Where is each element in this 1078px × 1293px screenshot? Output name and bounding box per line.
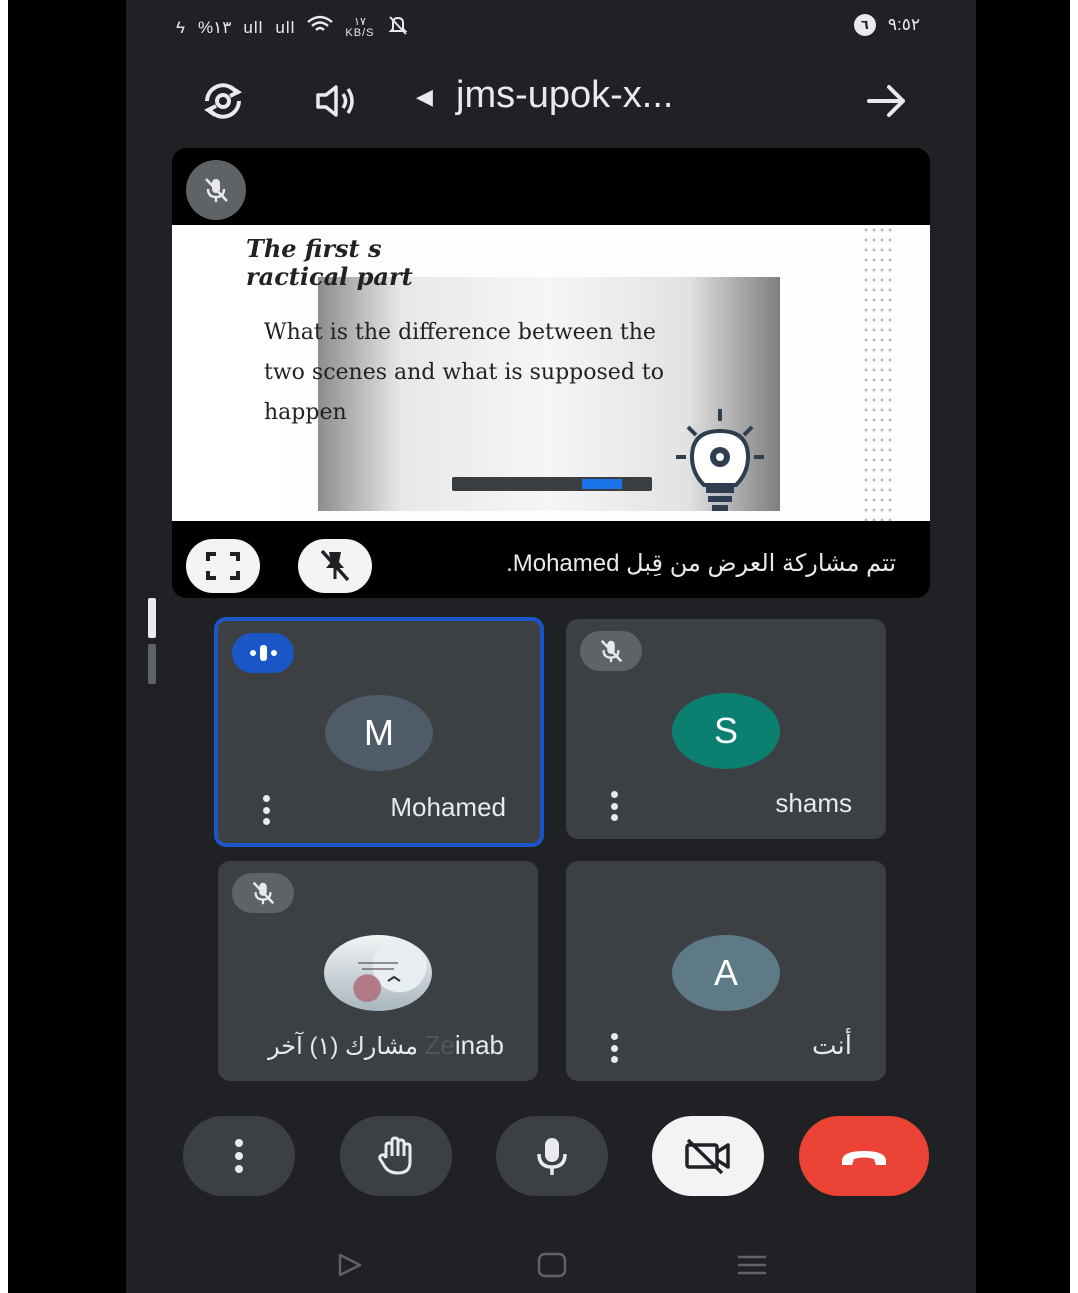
participant-tile-shams[interactable]: S shams — [566, 619, 886, 839]
unpin-button[interactable] — [298, 539, 372, 593]
system-nav-bar — [126, 1236, 976, 1292]
presenter-muted-icon — [186, 160, 246, 220]
back-nav-icon[interactable] — [330, 1248, 370, 1282]
presenter-notice: تتم مشاركة العرض من قِبل Mohamed. — [506, 550, 896, 577]
avatar: M — [325, 695, 433, 771]
speaking-indicator-icon — [232, 633, 294, 673]
clock: ٩:٥٢ — [887, 15, 920, 34]
fullscreen-button[interactable] — [186, 539, 260, 593]
status-left: ϟ %١٣ ull ull ١٧ KB/S — [176, 14, 409, 41]
mic-off-icon — [232, 873, 294, 913]
charging-icon: ϟ — [176, 17, 186, 37]
call-controls — [126, 1116, 976, 1200]
signal-icon-2: ull — [275, 17, 296, 37]
speaker-icon[interactable] — [310, 76, 360, 126]
raise-hand-button[interactable] — [340, 1116, 452, 1196]
slide-heading: The first s ractical part — [246, 234, 413, 291]
switch-camera-icon[interactable] — [198, 76, 248, 126]
more-vert-icon — [235, 1139, 243, 1173]
signal-icon: ull — [243, 17, 264, 37]
bell-muted-icon — [387, 14, 409, 41]
more-options-button[interactable] — [183, 1116, 295, 1196]
lightbulb-gear-icon — [676, 409, 764, 511]
tile-more-icon[interactable] — [258, 795, 274, 825]
battery-percent: %١٣ — [198, 17, 232, 37]
videocam-off-icon — [685, 1138, 730, 1175]
mic-icon — [537, 1138, 567, 1175]
call-end-icon — [842, 1151, 886, 1165]
participant-name: shams — [775, 788, 852, 818]
collapse-caret-icon[interactable]: ◀ — [416, 84, 433, 110]
presentation-card[interactable]: The first s ractical part What is the di… — [172, 148, 930, 598]
avatar: S — [672, 693, 780, 769]
participant-tile-self[interactable]: A أنت — [566, 861, 886, 1081]
tile-more-icon[interactable] — [606, 791, 622, 821]
presentation-footer: تتم مشاركة العرض من قِبل Mohamed. — [172, 521, 930, 598]
net-speed: ١٧ KB/S — [345, 15, 375, 39]
top-bar: ◀ jms-upok-x... — [126, 64, 976, 134]
phone-frame: ϟ %١٣ ull ull ١٧ KB/S ٦ ٩:٥٢ ◀ jms-upok-… — [8, 0, 1070, 1293]
tile-more-icon[interactable] — [606, 1033, 622, 1063]
avatar-photo — [324, 935, 432, 1011]
avatar: A — [672, 935, 780, 1011]
status-right: ٦ ٩:٥٢ — [853, 14, 920, 36]
other-participants-chip[interactable]: مشارك (١) آخر — [232, 1019, 454, 1073]
mic-off-icon — [580, 631, 642, 671]
leave-arrow-icon[interactable] — [862, 76, 912, 126]
page-indicator — [148, 598, 156, 684]
notification-badge: ٦ — [853, 14, 876, 36]
participant-name: أنت — [812, 1030, 852, 1060]
sharing-banner — [452, 477, 652, 491]
status-bar: ϟ %١٣ ull ull ١٧ KB/S ٦ ٩:٥٢ — [126, 0, 976, 60]
wifi-icon — [307, 15, 334, 40]
participant-name: Mohamed — [390, 792, 506, 822]
shared-slide: The first s ractical part What is the di… — [172, 225, 930, 521]
end-call-button[interactable] — [799, 1116, 929, 1196]
hand-icon — [378, 1136, 412, 1175]
participant-tile-zeinab[interactable]: Zeinab مشارك (١) آخر — [218, 861, 538, 1081]
meeting-title[interactable]: jms-upok-x... — [456, 74, 673, 117]
participant-tile-mohamed[interactable]: M Mohamed — [214, 617, 544, 847]
camera-toggle-button[interactable] — [652, 1116, 764, 1196]
bird-icon — [358, 962, 401, 982]
recents-nav-icon[interactable] — [732, 1248, 772, 1282]
slide-decoration — [862, 225, 894, 521]
microphone-button[interactable] — [496, 1116, 608, 1196]
meet-screen: ϟ %١٣ ull ull ١٧ KB/S ٦ ٩:٥٢ ◀ jms-upok-… — [126, 0, 976, 1293]
home-nav-icon[interactable] — [532, 1248, 572, 1282]
